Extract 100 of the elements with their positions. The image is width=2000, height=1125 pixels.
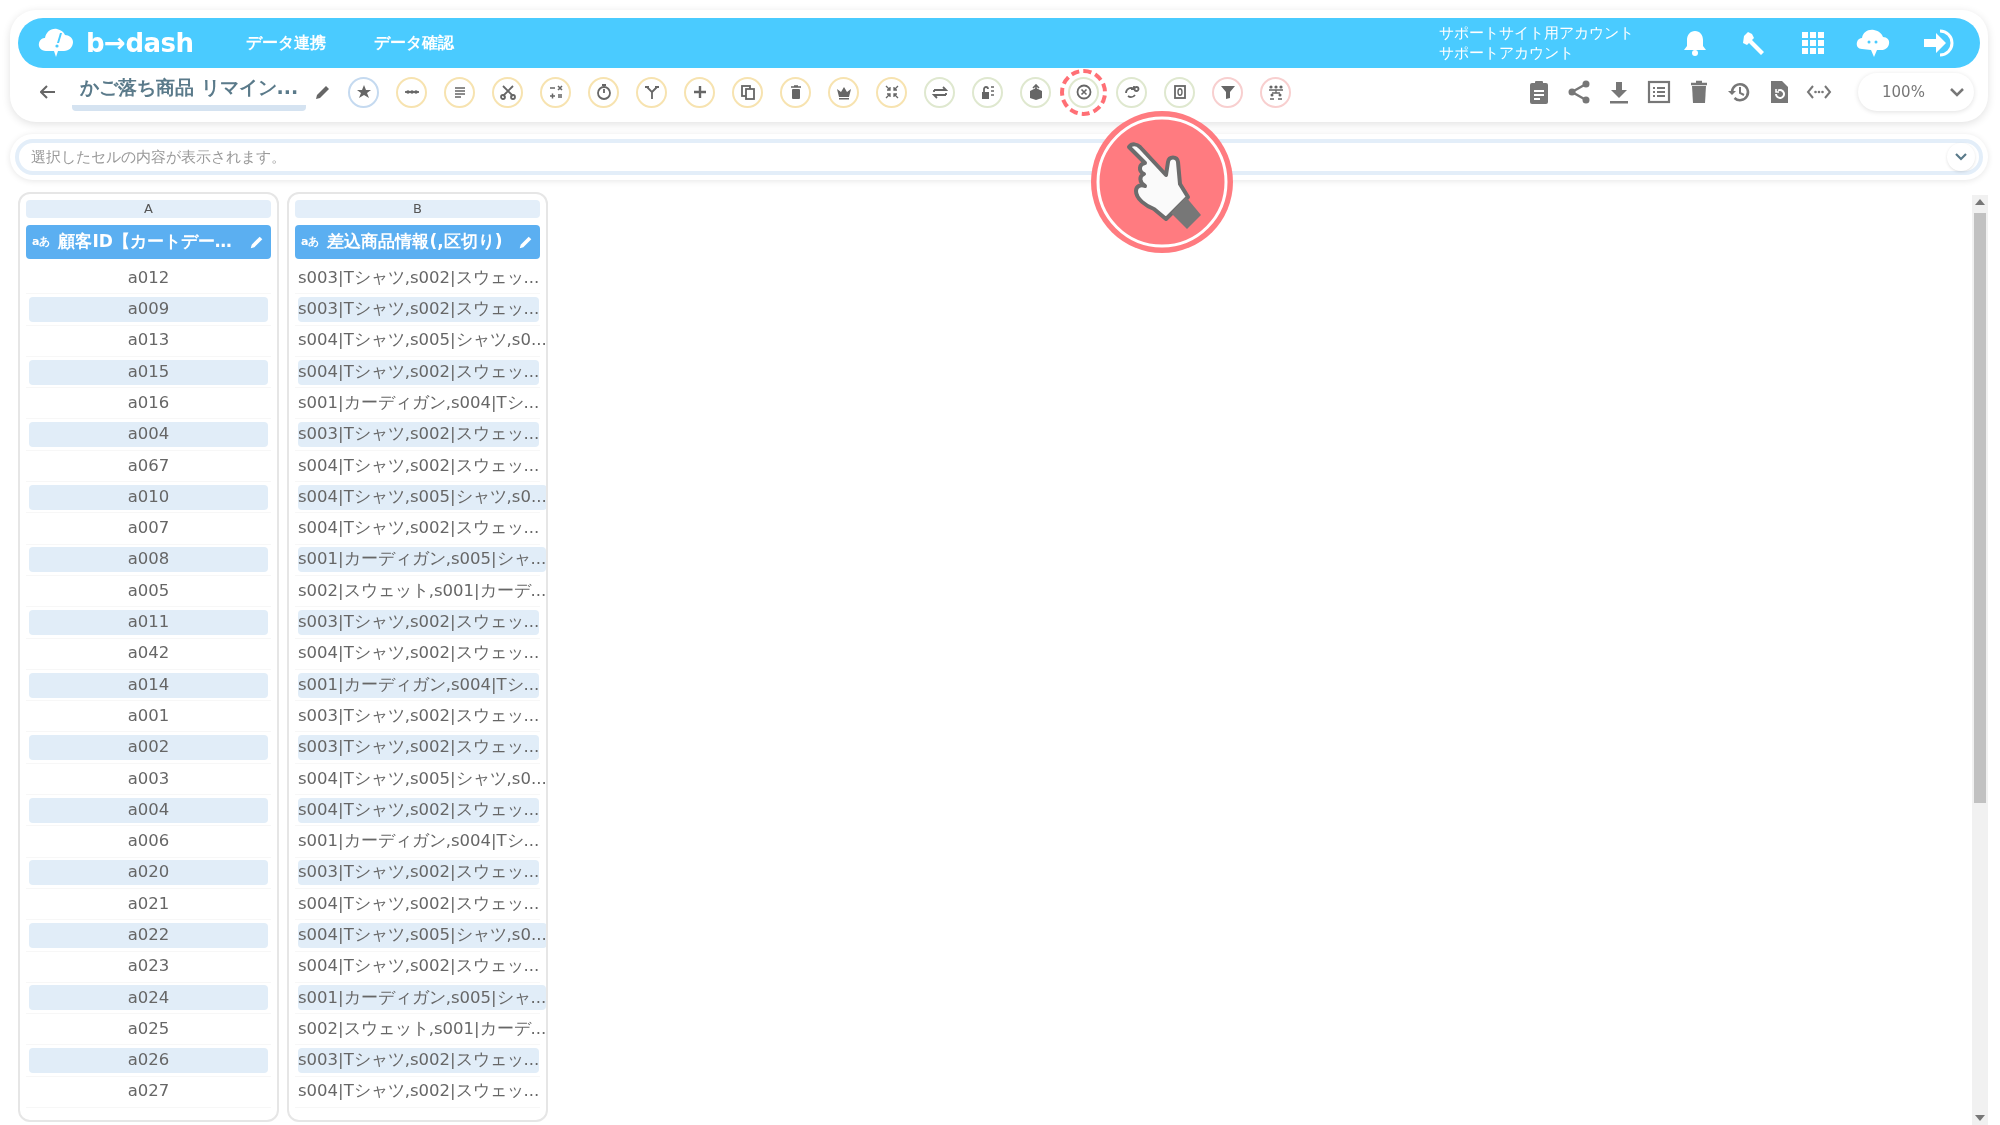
table-cell[interactable]: a003 xyxy=(29,766,268,792)
tool-button[interactable] xyxy=(1212,76,1244,108)
tool-button[interactable] xyxy=(1164,76,1196,108)
back-arrow-icon[interactable] xyxy=(40,85,56,99)
table-cell[interactable]: a012 xyxy=(29,265,268,291)
tool-button[interactable] xyxy=(540,76,572,108)
tool-button[interactable] xyxy=(444,76,476,108)
table-cell[interactable]: s004|Tシャツ,s002|スウェッ... xyxy=(298,453,540,479)
table-cell[interactable]: a004 xyxy=(29,797,268,823)
tool-button[interactable] xyxy=(732,76,764,108)
table-cell[interactable]: a008 xyxy=(29,547,268,573)
tool-button[interactable] xyxy=(828,76,860,108)
table-cell[interactable]: s004|Tシャツ,s002|スウェッ... xyxy=(298,954,540,980)
table-cell[interactable]: s003|Tシャツ,s002|スウェッ... xyxy=(298,735,540,761)
workflow-title[interactable]: かご落ち商品 リマイン... xyxy=(72,72,307,112)
table-cell[interactable]: a009 xyxy=(29,296,268,322)
scrollbar[interactable] xyxy=(1972,195,1988,1125)
table-cell[interactable]: a005 xyxy=(29,578,268,604)
scroll-up-icon[interactable] xyxy=(1975,199,1985,205)
table-cell[interactable]: a015 xyxy=(29,359,268,385)
table-cell[interactable]: a022 xyxy=(29,922,268,948)
table-cell[interactable]: a023 xyxy=(29,954,268,980)
tool-button[interactable] xyxy=(1260,76,1292,108)
table-cell[interactable]: s004|Tシャツ,s002|スウェッ... xyxy=(298,797,540,823)
tool-button[interactable] xyxy=(780,76,812,108)
table-cell[interactable]: s004|Tシャツ,s005|シャツ,s0... xyxy=(298,328,546,354)
table-cell[interactable]: s001|カーディガン,s005|シャ... xyxy=(298,547,546,573)
table-cell[interactable]: s004|Tシャツ,s002|スウェッ... xyxy=(298,516,540,541)
math-operators-icon xyxy=(547,84,564,100)
table-cell[interactable]: s004|Tシャツ,s005|シャツ,s0... xyxy=(298,484,546,510)
table-cell[interactable]: a016 xyxy=(29,390,268,416)
table-cell[interactable]: a026 xyxy=(29,1048,268,1074)
tool-button[interactable] xyxy=(1116,76,1148,108)
brand-logo: b→dash xyxy=(86,26,194,60)
table-cell[interactable]: s004|Tシャツ,s002|スウェッ... xyxy=(298,1079,540,1105)
table-cell[interactable]: s004|Tシャツ,s002|スウェッ... xyxy=(298,359,540,385)
tool-button[interactable] xyxy=(924,76,956,108)
table-cell[interactable]: a001 xyxy=(29,703,268,729)
pencil-icon[interactable] xyxy=(518,234,534,250)
table-cell[interactable]: a006 xyxy=(29,829,268,854)
account-name: サポートサイト用アカウント xyxy=(1439,23,1634,43)
column-name: 差込商品情報(,区切り) xyxy=(327,230,504,254)
table-cell[interactable]: s003|Tシャツ,s002|スウェッ... xyxy=(298,860,540,886)
zoom-select[interactable]: 100% xyxy=(1858,73,1974,111)
column-name: 顧客ID【カートデー… xyxy=(58,230,233,254)
table-cell[interactable]: s004|Tシャツ,s002|スウェッ... xyxy=(298,891,540,917)
fork-icon xyxy=(643,84,660,100)
tool-button[interactable] xyxy=(636,76,668,108)
table-cell[interactable]: s003|Tシャツ,s002|スウェッ... xyxy=(298,265,540,291)
table-cell[interactable]: a021 xyxy=(29,891,268,917)
column-letter[interactable]: B xyxy=(295,200,540,218)
tool-button[interactable] xyxy=(396,76,428,108)
table-cell[interactable]: a007 xyxy=(29,516,268,541)
table-cell[interactable]: a014 xyxy=(29,672,268,698)
zero-box-icon xyxy=(1171,84,1188,100)
tool-button[interactable] xyxy=(1068,76,1100,108)
share-icon[interactable] xyxy=(1566,79,1592,105)
pencil-icon[interactable] xyxy=(249,234,265,250)
table-cell[interactable]: a067 xyxy=(29,453,268,479)
list-icon[interactable] xyxy=(1646,79,1672,105)
tool-button[interactable] xyxy=(348,76,380,108)
table-cell[interactable]: a013 xyxy=(29,328,268,354)
tool-button[interactable] xyxy=(588,76,620,108)
tool-button[interactable] xyxy=(684,76,716,108)
table-cell[interactable]: s001|カーディガン,s004|Tシ... xyxy=(298,390,540,416)
table-cell[interactable]: a011 xyxy=(29,609,268,635)
chevron-down-icon xyxy=(1950,87,1964,97)
table-cell[interactable]: s002|スウェット,s001|カーデ... xyxy=(298,1016,546,1042)
type-label: aあ xyxy=(301,233,320,250)
tool-button[interactable] xyxy=(876,76,908,108)
table-cell[interactable]: s003|Tシャツ,s002|スウェッ... xyxy=(298,703,540,729)
table-cell[interactable]: s001|カーディガン,s004|Tシ... xyxy=(298,672,540,698)
table-cell[interactable]: a020 xyxy=(29,860,268,886)
stopwatch-icon xyxy=(595,84,612,100)
table-cell[interactable]: s001|カーディガン,s005|シャ... xyxy=(298,985,546,1011)
table-cell[interactable]: a025 xyxy=(29,1016,268,1042)
table-cell[interactable]: s002|スウェット,s001|カーデ... xyxy=(298,578,546,604)
table-cell[interactable]: s004|Tシャツ,s005|シャツ,s0... xyxy=(298,766,546,792)
tool-button[interactable] xyxy=(492,76,524,108)
close-circle-icon xyxy=(1075,84,1092,100)
table-cell[interactable]: s003|Tシャツ,s002|スウェッ... xyxy=(298,1048,540,1074)
table-cell[interactable]: s001|カーディガン,s004|Tシ... xyxy=(298,829,540,854)
highlight-ring xyxy=(1060,68,1108,116)
tool-button[interactable] xyxy=(972,76,1004,108)
table-cell[interactable]: s004|Tシャツ,s002|スウェッ... xyxy=(298,641,540,667)
table-cell[interactable]: a004 xyxy=(29,422,268,448)
table-cell[interactable]: a042 xyxy=(29,641,268,667)
table-cell[interactable]: s004|Tシャツ,s005|シャツ,s0... xyxy=(298,922,546,948)
table-cell[interactable]: s003|Tシャツ,s002|スウェッ... xyxy=(298,296,540,322)
tool-button[interactable] xyxy=(1020,76,1052,108)
table-cell[interactable]: s003|Tシャツ,s002|スウェッ... xyxy=(298,609,540,635)
scroll-down-icon[interactable] xyxy=(1975,1115,1985,1121)
table-cell[interactable]: a002 xyxy=(29,735,268,761)
table-cell[interactable]: s003|Tシャツ,s002|スウェッ... xyxy=(298,422,540,448)
box-upload-icon xyxy=(1027,84,1044,100)
column-letter[interactable]: A xyxy=(26,200,271,218)
table-cell[interactable]: a027 xyxy=(29,1079,268,1105)
table-cell[interactable]: a010 xyxy=(29,484,268,510)
cell-content-field[interactable]: 選択したセルの内容が表示されます。 xyxy=(15,139,1983,175)
table-cell[interactable]: a024 xyxy=(29,985,268,1011)
